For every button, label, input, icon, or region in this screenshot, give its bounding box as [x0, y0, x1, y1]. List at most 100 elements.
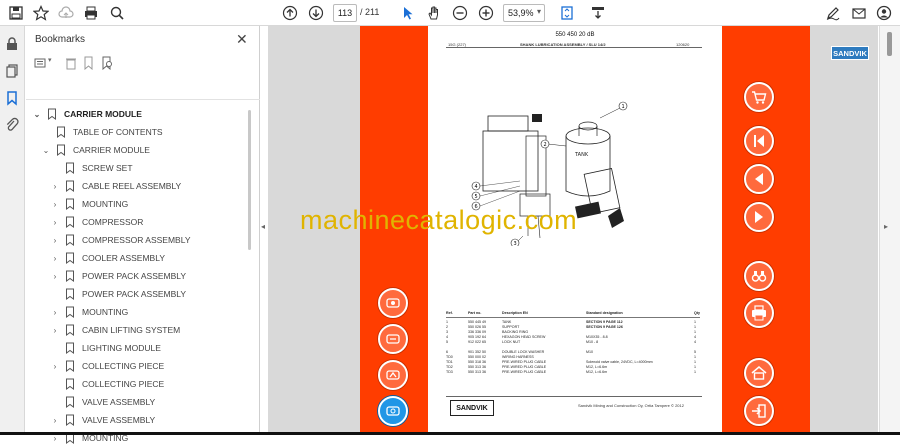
chevron-icon[interactable]: ›: [50, 236, 60, 245]
bookmarks-scrollbar[interactable]: [248, 110, 251, 250]
cd-view-2-button[interactable]: [378, 324, 408, 354]
delete-icon[interactable]: [64, 56, 78, 70]
disc-icon: [386, 298, 400, 308]
page-down-icon[interactable]: [306, 3, 326, 23]
email-icon[interactable]: [849, 3, 869, 23]
cd-view-3-button[interactable]: [378, 360, 408, 390]
cell-ref: TD3: [446, 370, 453, 374]
page-up-icon[interactable]: [280, 3, 300, 23]
page-total: / 211: [360, 7, 380, 17]
bookmark-label: COMPRESSOR: [82, 217, 144, 227]
bookmark-item[interactable]: COLLECTING PIECE: [50, 376, 164, 392]
search-button[interactable]: [744, 261, 774, 291]
page-thumbnails-icon[interactable]: [4, 63, 20, 79]
chevron-icon[interactable]: ⌄: [32, 110, 42, 119]
bookmark-label: VALVE ASSEMBLY: [82, 415, 156, 425]
zoom-search-icon[interactable]: [107, 3, 127, 23]
chevron-icon[interactable]: ›: [50, 254, 60, 263]
bookmark-item[interactable]: › COMPRESSOR ASSEMBLY: [50, 232, 190, 248]
bookmark-item[interactable]: LIGHTING MODULE: [50, 340, 161, 356]
bookmark-item[interactable]: › CABLE REEL ASSEMBLY: [50, 178, 181, 194]
chevron-icon[interactable]: ›: [50, 326, 60, 335]
chevron-icon[interactable]: ⌄: [41, 146, 51, 155]
zoom-out-icon[interactable]: [450, 3, 470, 23]
save-icon[interactable]: [6, 3, 26, 23]
bookmark-label: CABIN LIFTING SYSTEM: [82, 325, 181, 335]
chevron-down-icon[interactable]: ▾: [48, 56, 62, 70]
cell-ref: 6: [446, 350, 448, 354]
page-number-input[interactable]: 113: [333, 4, 357, 22]
chevron-icon[interactable]: ›: [50, 218, 60, 227]
header-rule: [446, 47, 702, 48]
bookmark-item[interactable]: POWER PACK ASSEMBLY: [50, 286, 186, 302]
scrollbar-thumb[interactable]: [887, 32, 892, 56]
bookmark-item[interactable]: › MOUNTING: [50, 304, 128, 320]
chevron-icon[interactable]: ›: [50, 416, 60, 425]
bookmark-icon: [66, 378, 74, 390]
sign-pen-icon[interactable]: [823, 3, 843, 23]
account-icon[interactable]: [874, 3, 894, 23]
bookmark-item[interactable]: › POWER PACK ASSEMBLY: [50, 268, 186, 284]
bookmark-item[interactable]: › CABIN LIFTING SYSTEM: [50, 322, 180, 338]
previous-page-button[interactable]: [744, 164, 774, 194]
bookmark-item[interactable]: › VALVE ASSEMBLY: [50, 412, 155, 428]
collapse-panel-arrow[interactable]: ◂: [261, 222, 265, 231]
bookmark-item[interactable]: › COMPRESSOR: [50, 214, 143, 230]
bookmark-item[interactable]: TABLE OF CONTENTS: [41, 124, 163, 140]
exit-button[interactable]: [744, 396, 774, 426]
options-menu-icon[interactable]: [34, 56, 48, 70]
bookmark-label: CABLE REEL ASSEMBLY: [82, 181, 182, 191]
cd-view-1-button[interactable]: [378, 288, 408, 318]
bookmark-icon: [66, 414, 74, 426]
bookmark-item[interactable]: › COLLECTING PIECE: [50, 358, 164, 374]
table-row: 5 912 022 65 LOCK NUT M10 - 8 4: [446, 340, 700, 345]
attachment-icon[interactable]: [4, 117, 20, 133]
print-icon[interactable]: [81, 3, 101, 23]
cart-icon: [752, 91, 767, 104]
cell-desc: PRE-WIRED PLUG CABLE: [502, 370, 547, 374]
close-icon[interactable]: ✕: [236, 31, 248, 48]
cell-qty: 5: [694, 350, 696, 354]
chevron-icon[interactable]: ›: [50, 362, 60, 371]
bookmark-item[interactable]: ⌄ CARRIER MODULE: [41, 142, 150, 158]
cart-button[interactable]: [744, 82, 774, 112]
cd-view-4-button[interactable]: [378, 396, 408, 426]
callout-1: 1: [622, 104, 625, 110]
expand-right-panel-arrow[interactable]: ▸: [884, 222, 888, 231]
bookmark-icon: [66, 324, 74, 336]
hand-tool-icon[interactable]: [424, 3, 444, 23]
bookmark-icon: [66, 270, 74, 282]
bookmark-item[interactable]: SCREW SET: [50, 160, 133, 176]
lock-icon[interactable]: [4, 36, 20, 52]
cell-ref: 5: [446, 340, 448, 344]
fit-page-icon[interactable]: [557, 3, 577, 23]
bookmark-item[interactable]: › MOUNTING: [50, 196, 128, 212]
bookmark-panel-icon[interactable]: [4, 90, 20, 106]
next-icon: [755, 211, 763, 223]
cell-ref: 3: [446, 330, 448, 334]
print-page-button[interactable]: [744, 298, 774, 328]
zoom-in-icon[interactable]: [476, 3, 496, 23]
cloud-upload-icon[interactable]: [56, 3, 76, 23]
bookmark-item[interactable]: › COOLER ASSEMBLY: [50, 250, 165, 266]
scroll-mode-icon[interactable]: [588, 3, 608, 23]
sandvik-logo: SANDVIK: [831, 46, 869, 60]
chevron-icon[interactable]: ›: [50, 308, 60, 317]
bookmark-item[interactable]: VALVE ASSEMBLY: [50, 394, 155, 410]
disc-icon: [386, 406, 400, 416]
star-icon[interactable]: [31, 3, 51, 23]
chevron-icon[interactable]: ›: [50, 272, 60, 281]
disc-icon: [386, 370, 400, 380]
bookmark-item[interactable]: ⌄ CARRIER MODULE: [32, 106, 142, 122]
zoom-level-select[interactable]: 53,9% ▾: [503, 4, 545, 22]
vertical-scrollbar[interactable]: [879, 26, 900, 435]
find-bookmark-icon[interactable]: [100, 56, 114, 71]
select-cursor-icon[interactable]: [398, 3, 418, 23]
next-page-button[interactable]: [744, 202, 774, 232]
new-bookmark-icon[interactable]: [82, 56, 96, 71]
home-button[interactable]: [744, 358, 774, 388]
chevron-icon[interactable]: ›: [50, 182, 60, 191]
printer-icon: [752, 305, 766, 321]
chevron-icon[interactable]: ›: [50, 200, 60, 209]
first-page-button[interactable]: [744, 126, 774, 156]
